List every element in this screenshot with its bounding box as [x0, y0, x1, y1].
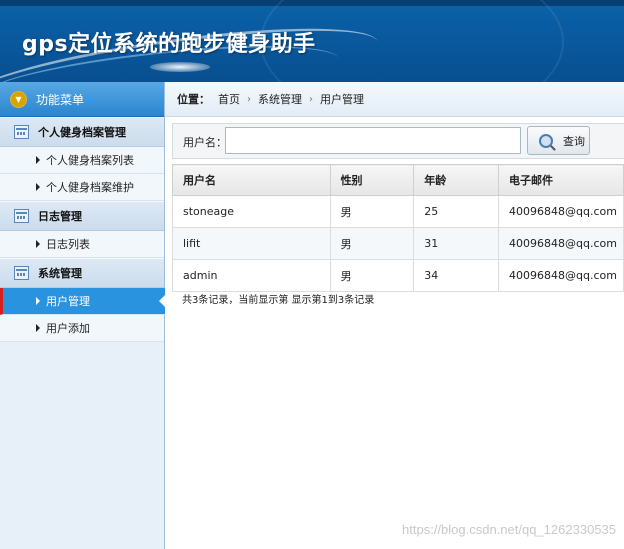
cell-username: lifit [172, 227, 331, 260]
pagination-info: 共3条记录，当前显示第 显示第1到3条记录 [182, 295, 375, 306]
breadcrumb: 位置： 首页 › 系统管理 › 用户管理 [165, 82, 624, 117]
app-title: gps定位系统的跑步健身助手 [22, 32, 316, 57]
sidebar: ▼ 功能菜单 个人健身档案管理 个人健身档案列表 个人健身档案维护 日志管理 日… [0, 82, 166, 549]
cell-age: 34 [413, 259, 499, 292]
sidebar-group-logs[interactable]: 日志管理 [0, 201, 164, 231]
app-header: gps定位系统的跑步健身助手 [0, 0, 624, 82]
sidebar-group-label: 个人健身档案管理 [38, 126, 126, 139]
triangle-right-icon [36, 324, 40, 332]
column-header-age[interactable]: 年龄 [413, 164, 499, 196]
chevron-right-icon: › [309, 93, 313, 105]
triangle-right-icon [36, 183, 40, 191]
cell-email: 40096848@qq.com [498, 195, 624, 228]
search-button-label: 查询 [563, 134, 585, 148]
column-header-email[interactable]: 电子邮件 [498, 164, 624, 196]
breadcrumb-home-link[interactable]: 首页 [218, 91, 240, 107]
sidebar-group-system[interactable]: 系统管理 [0, 258, 164, 288]
sidebar-group-profile[interactable]: 个人健身档案管理 [0, 117, 164, 147]
column-header-username[interactable]: 用户名 [172, 164, 331, 196]
calendar-icon [14, 266, 29, 280]
sidebar-item-user-management[interactable]: 用户管理 [0, 288, 166, 315]
chevron-right-icon: › [247, 93, 251, 105]
cell-gender: 男 [329, 227, 415, 260]
table-row[interactable]: lifit 男 31 40096848@qq.com [172, 227, 624, 260]
breadcrumb-system-link[interactable]: 系统管理 [258, 91, 302, 107]
cell-email: 40096848@qq.com [498, 227, 624, 260]
sidebar-item-label: 日志列表 [46, 238, 90, 251]
username-search-input[interactable] [225, 127, 521, 154]
search-button[interactable]: 查询 [527, 126, 590, 155]
sidebar-item-user-add[interactable]: 用户添加 [0, 315, 164, 342]
sidebar-item-profile-maintain[interactable]: 个人健身档案维护 [0, 174, 164, 201]
breadcrumb-current: 用户管理 [320, 93, 364, 106]
cell-age: 31 [413, 227, 499, 260]
magnifier-icon [539, 133, 553, 148]
sidebar-item-label: 个人健身档案维护 [46, 181, 134, 194]
sidebar-group-label: 日志管理 [38, 210, 82, 223]
triangle-right-icon [36, 156, 40, 164]
sidebar-item-log-list[interactable]: 日志列表 [0, 231, 164, 258]
search-bar: 用户名： 查询 [172, 123, 624, 159]
cell-age: 25 [413, 195, 499, 228]
table-header-row: 用户名 性别 年龄 电子邮件 [172, 164, 624, 196]
breadcrumb-label: 位置： [177, 93, 210, 106]
sidebar-group-label: 系统管理 [38, 267, 82, 280]
table-row[interactable]: stoneage 男 25 40096848@qq.com [172, 195, 624, 228]
username-field-label: 用户名： [183, 136, 227, 149]
triangle-right-icon [36, 240, 40, 248]
sidebar-item-label: 用户添加 [46, 322, 90, 335]
main-content: 位置： 首页 › 系统管理 › 用户管理 用户名： 查询 用户名 性别 年龄 电… [165, 82, 624, 549]
header-glow [150, 62, 210, 72]
calendar-icon [14, 125, 29, 139]
sidebar-item-label: 个人健身档案列表 [46, 154, 134, 167]
watermark: https://blog.csdn.net/qq_1262330535 [402, 522, 616, 537]
cell-gender: 男 [329, 195, 415, 228]
calendar-icon [14, 209, 29, 223]
sidebar-item-label: 用户管理 [46, 295, 90, 308]
cell-username: admin [172, 259, 331, 292]
table-row[interactable]: admin 男 34 40096848@qq.com [172, 259, 624, 292]
sidebar-menu-title: 功能菜单 [36, 92, 85, 107]
sidebar-item-profile-list[interactable]: 个人健身档案列表 [0, 147, 164, 174]
sidebar-menu-header[interactable]: ▼ 功能菜单 [0, 82, 164, 117]
chevron-down-icon: ▼ [10, 90, 27, 108]
cell-gender: 男 [329, 259, 415, 292]
cell-username: stoneage [172, 195, 331, 228]
user-table: 用户名 性别 年龄 电子邮件 stoneage 男 25 40096848@qq… [172, 164, 624, 292]
column-header-gender[interactable]: 性别 [329, 164, 415, 196]
cell-email: 40096848@qq.com [498, 259, 624, 292]
triangle-right-icon [36, 297, 40, 305]
